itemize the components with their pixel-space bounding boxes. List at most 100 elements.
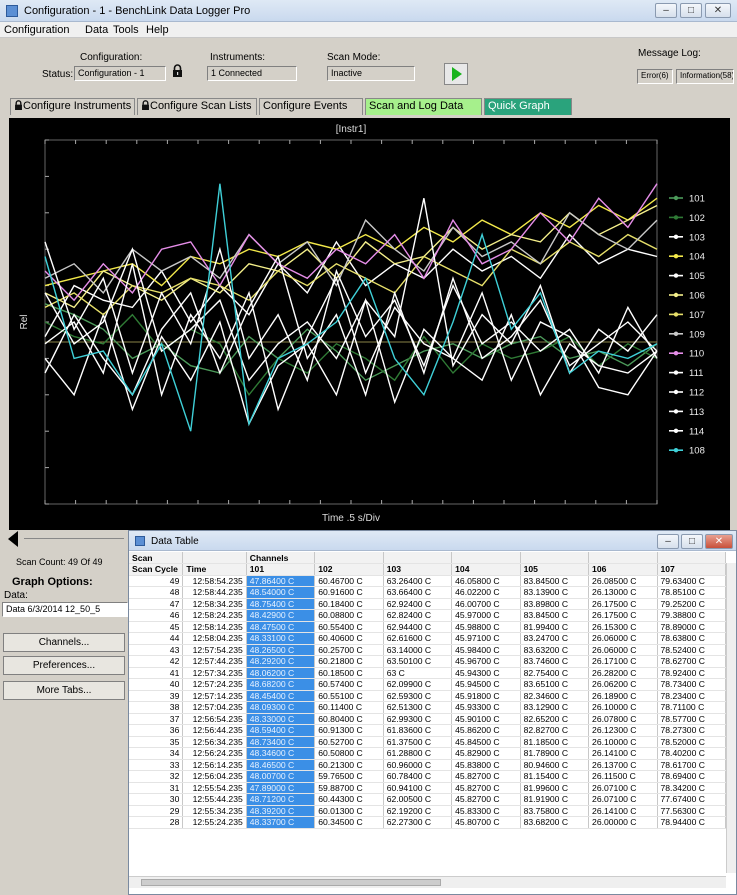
table-cell: 47 (129, 598, 184, 610)
data-select[interactable]: Data 6/3/2014 12_50_5 (2, 602, 128, 617)
table-cell: 45 (129, 621, 184, 633)
column-header[interactable]: Time (182, 563, 247, 576)
table-row[interactable]: 38 12:57:04.235 48.09300 C 60.11400 C 62.513… (129, 701, 726, 714)
column-header[interactable]: 104 (451, 563, 521, 576)
legend-label-106: 106 (689, 291, 705, 302)
menu-tools[interactable]: Tools (113, 24, 139, 36)
error-log-button[interactable]: Error(6) (637, 69, 673, 84)
column-header[interactable]: 101 (246, 563, 316, 576)
table-cell: 81.99400 C (520, 621, 590, 633)
table-cell: 60.21800 C (314, 655, 384, 668)
table-row[interactable]: 29 12:55:34.235 48.39200 C 60.01300 C 62.192… (129, 805, 726, 817)
table-row[interactable]: 37 12:56:54.235 48.33000 C 60.80400 C 62.993… (129, 713, 726, 725)
menu-help[interactable]: Help (146, 24, 169, 36)
table-cell: 26.07800 C (588, 713, 658, 725)
column-header[interactable]: 102 (314, 563, 384, 576)
table-row[interactable]: 46 12:58:24.235 48.42900 C 60.08800 C 62.824… (129, 609, 726, 622)
table-cell: 48.54000 C (246, 586, 316, 599)
table-cell: 60.80400 C (314, 713, 384, 725)
table-row[interactable]: 43 12:57:54.235 48.26500 C 60.25700 C 63.140… (129, 644, 726, 656)
information-log-button[interactable]: Information(58) (676, 69, 734, 84)
table-row[interactable]: 31 12:55:54.235 47.89000 C 59.88700 C 60.941… (129, 782, 726, 794)
channels-button[interactable]: Channels... (3, 633, 125, 652)
legend-label-111: 111 (689, 368, 703, 379)
table-cell: 60.91300 C (314, 724, 384, 737)
table-row[interactable]: 33 12:56:14.235 48.46500 C 60.21300 C 60.960… (129, 759, 726, 771)
column-header[interactable]: Scan Cycle (129, 563, 184, 576)
table-row[interactable]: 36 12:56:44.235 48.59400 C 60.91300 C 61.836… (129, 724, 726, 737)
table-row[interactable]: 39 12:57:14.235 48.45400 C 60.55100 C 62.593… (129, 690, 726, 702)
table-row[interactable]: 41 12:57:34.235 48.06200 C 60.18500 C 63 C 45… (129, 667, 726, 679)
more-tabs-button[interactable]: More Tabs... (3, 681, 125, 700)
column-header[interactable]: 106 (588, 563, 658, 576)
maximize-button[interactable]: □ (680, 3, 702, 18)
table-row[interactable]: 40 12:57:24.235 48.68200 C 60.57400 C 62.099… (129, 678, 726, 691)
table-row[interactable]: 34 12:56:24.235 48.34600 C 60.50800 C 61.288… (129, 747, 726, 760)
column-header[interactable]: 107 (657, 563, 726, 576)
data-table-container: Scan Channels Scan Cycle Time 101 102 103 104… (129, 552, 726, 874)
table-cell: 45.97100 C (451, 632, 521, 645)
quick-graph[interactable]: [Instr1] Time .5 s/Div Rel 101 102 103 104 105 1… (9, 118, 730, 530)
tab-configure-events[interactable]: Configure Events (259, 98, 363, 115)
tab-configure-instruments[interactable]: Configure Instruments (10, 98, 135, 115)
table-row[interactable]: 32 12:56:04.235 48.00700 C 59.76500 C 60.784… (129, 770, 726, 783)
table-cell: 45.98800 C (451, 621, 521, 633)
data-table-minimize-button[interactable]: – (657, 534, 679, 549)
table-row[interactable]: 35 12:56:34.235 48.73400 C 60.52700 C 61.375… (129, 736, 726, 748)
table-cell: 83.74600 C (520, 655, 590, 668)
legend-marker-110 (673, 351, 679, 356)
legend-label-113: 113 (689, 407, 704, 418)
data-table-vertical-scrollbar[interactable] (726, 563, 736, 873)
table-row[interactable]: 30 12:55:44.235 48.71200 C 60.44300 C 62.005… (129, 793, 726, 806)
time-scroll-track[interactable] (24, 538, 124, 539)
graph-svg: [Instr1] Time .5 s/Div Rel 101 102 103 104 105 1… (19, 124, 705, 524)
table-cell: 26.00000 C (588, 816, 658, 829)
table-cell: 45.83300 C (451, 805, 521, 817)
table-cell: 26.08500 C (588, 575, 658, 587)
table-cell: 81.99600 C (520, 782, 590, 794)
table-cell: 45.98400 C (451, 644, 521, 656)
table-row[interactable]: 44 12:58:04.235 48.33100 C 60.40600 C 62.616… (129, 632, 726, 645)
menu-data[interactable]: Data (85, 24, 108, 36)
table-cell: 83.75800 C (520, 805, 590, 817)
table-cell: 45.84500 C (451, 736, 521, 748)
horizontal-scroll-thumb[interactable] (141, 879, 441, 886)
close-button[interactable]: ✕ (705, 3, 731, 18)
tab-label: Configure Events (263, 100, 348, 112)
play-icon (452, 67, 462, 81)
table-row[interactable]: 45 12:58:14.235 48.47500 C 60.55400 C 62.944… (129, 621, 726, 633)
table-cell: 47.89000 C (246, 782, 316, 794)
scroll-left-arrow-icon[interactable] (6, 530, 20, 548)
column-header[interactable]: 103 (383, 563, 453, 576)
table-cell: 82.75400 C (520, 667, 590, 679)
tab-configure-scan-lists[interactable]: Configure Scan Lists (137, 98, 257, 115)
table-cell: 60.46700 C (314, 575, 384, 587)
start-scan-button[interactable] (444, 63, 468, 85)
table-row[interactable]: 48 12:58:44.235 48.54000 C 60.91600 C 63.664… (129, 586, 726, 599)
tab-quick-graph[interactable]: Quick Graph (484, 98, 572, 115)
table-cell: 79.38800 C (657, 609, 726, 622)
column-header[interactable]: 105 (520, 563, 590, 576)
table-cell: 48.26500 C (246, 644, 316, 656)
table-cell: 48.46500 C (246, 759, 316, 771)
data-table-horizontal-scrollbar[interactable] (129, 876, 726, 888)
table-row[interactable]: 42 12:57:44.235 48.29200 C 60.21800 C 63.501… (129, 655, 726, 668)
tab-scan-and-log-data[interactable]: Scan and Log Data (365, 98, 482, 115)
menu-configuration[interactable]: Configuration (4, 24, 69, 36)
table-cell: 12:55:44.235 (182, 793, 247, 806)
table-cell: 83.24700 C (520, 632, 590, 645)
minimize-button[interactable]: – (655, 3, 677, 18)
table-cell: 29 (129, 805, 184, 817)
table-cell: 62.94400 C (383, 621, 453, 633)
table-cell: 83.84500 C (520, 609, 590, 622)
table-cell: 59.88700 C (314, 782, 384, 794)
table-row[interactable]: 47 12:58:34.235 48.75400 C 60.18400 C 62.924… (129, 598, 726, 610)
table-row[interactable]: 28 12:55:24.235 48.33700 C 60.34500 C 62.273… (129, 816, 726, 829)
table-cell: 78.61700 C (657, 759, 726, 771)
table-cell: 26.11500 C (588, 770, 658, 783)
data-table-close-button[interactable]: ✕ (705, 534, 733, 549)
data-table: Scan Channels Scan Cycle Time 101 102 103 104… (129, 552, 726, 829)
table-row[interactable]: 49 12:58:54.235 47.86400 C 60.46700 C 63.264… (129, 575, 726, 587)
preferences-button[interactable]: Preferences... (3, 656, 125, 675)
data-table-maximize-button[interactable]: □ (681, 534, 703, 549)
